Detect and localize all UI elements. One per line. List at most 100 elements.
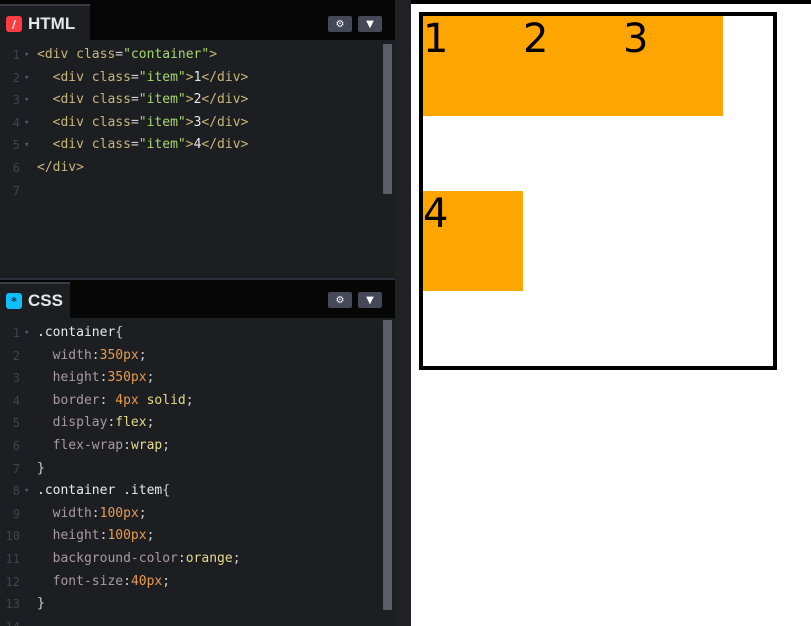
css-collapse-button[interactable]: ▼ [358,292,382,308]
code-text: background-color:orange; [37,548,241,571]
fold-arrow-icon[interactable]: ▾ [24,44,29,67]
line-number: 8 [12,484,20,499]
code-token: "item" [138,69,186,85]
code-token: height [52,370,100,386]
code-token: "container" [123,47,210,62]
line-number: 5 [12,138,20,153]
line-number: 1 [12,326,20,340]
css-scrollbar[interactable] [383,320,392,610]
flex-container: 1 2 3 4 [419,12,777,370]
code-token: width [52,505,92,521]
css-code-area[interactable]: 1 ▾ .container{2 width:350px; 3 height:350p… [0,322,383,626]
code-token: <div [37,47,77,62]
code-token: "item" [138,137,186,153]
code-line: 9 width:100px; [0,503,383,526]
html-collapse-button[interactable]: ▼ [358,16,382,32]
html-tab-label: HTML [28,14,76,33]
flex-item: 4 [423,191,523,291]
code-token: : [123,573,131,589]
code-token: </div> [201,69,249,85]
line-number: 13 [5,597,20,612]
code-text: width:100px; [37,503,147,526]
html-tab[interactable]: / HTML [0,4,90,42]
code-token: class [91,69,131,85]
code-token: "item" [138,92,186,108]
code-token: ; [162,437,171,453]
editor-column: / HTML ⚙ ▼ 1 ▾ <div class="container"> 2 ▾ <… [0,0,395,626]
code-token: .container .item [37,483,163,499]
code-text: .container .item{ [37,480,170,503]
code-line: 4 border: 4px solid; [0,390,383,413]
code-token: ; [146,370,155,386]
line-number: 4 [12,393,20,408]
code-token: orange [185,550,233,566]
chevron-down-icon: ▼ [366,18,374,30]
code-line: 4 ▾ <div class="item">3</div> [0,112,383,135]
fold-arrow-icon[interactable]: ▾ [24,67,29,90]
code-token: { [162,483,171,499]
code-token: background-color [52,550,178,566]
code-token: 100px [107,528,147,544]
code-line: 6 flex-wrap:wrap; [0,435,383,458]
code-token: font-size [52,573,124,589]
code-text: <div class="item">4</div> [37,134,249,157]
flex-item: 1 [423,16,523,116]
css-tab[interactable]: * CSS [0,282,70,318]
code-line: 12 font-size:40px; [0,571,383,594]
line-number: 2 [12,70,20,85]
html-code-area[interactable]: 1 ▾ <div class="container"> 2 ▾ <div class="… [0,44,383,202]
code-text: height:100px; [37,525,155,548]
flex-item: 3 [623,16,723,116]
line-number: 14 [0,616,20,626]
fold-arrow-icon[interactable]: ▾ [24,89,29,112]
code-line: 10 height:100px; [0,525,383,548]
code-token: class [91,114,131,130]
html-settings-button[interactable]: ⚙ [328,16,352,32]
code-token: = [130,92,139,108]
html-editor-pane: / HTML ⚙ ▼ 1 ▾ <div class="container"> 2 ▾ <… [0,0,395,278]
item-label: 4 [423,191,449,237]
code-token: </div> [201,114,249,130]
html-pane-header: / HTML ⚙ ▼ [0,0,395,42]
gear-icon: ⚙ [335,294,345,306]
pane-resize-divider[interactable] [395,0,411,626]
code-token: ; [138,347,147,363]
code-token: border [52,392,100,408]
fold-arrow-icon[interactable]: ▾ [24,134,29,157]
code-token: 350px [99,347,139,363]
code-text: <div class="container"> [37,44,217,67]
item-label: 2 [523,16,549,62]
code-text: <div class="item">3</div> [37,112,249,135]
code-text: font-size:40px; [37,571,170,594]
code-token: class [76,47,116,62]
code-token: height [52,528,100,544]
css-settings-button[interactable]: ⚙ [328,292,352,308]
code-token: ; [185,392,194,408]
code-line: 2 ▾ <div class="item">1</div> [0,67,383,90]
code-text: width:350px; [37,345,147,368]
fold-arrow-icon[interactable]: ▾ [24,480,29,503]
fold-arrow-icon[interactable]: ▾ [24,322,29,345]
line-number: 3 [12,93,20,108]
fold-arrow-icon[interactable]: ▾ [24,112,29,135]
html-scrollbar[interactable] [383,44,392,194]
line-number: 6 [12,160,20,175]
code-line: 6 </div> [0,157,383,180]
line-number: 7 [12,183,20,198]
code-line: 3 height:350px; [0,367,383,390]
line-number: 5 [12,416,20,431]
code-token: : [91,505,100,521]
result-preview: 1 2 3 4 [411,4,811,626]
line-number: 12 [5,574,20,589]
code-token: = [130,137,139,153]
code-line: 1 ▾ .container{ [0,322,383,345]
line-number: 10 [5,529,20,544]
